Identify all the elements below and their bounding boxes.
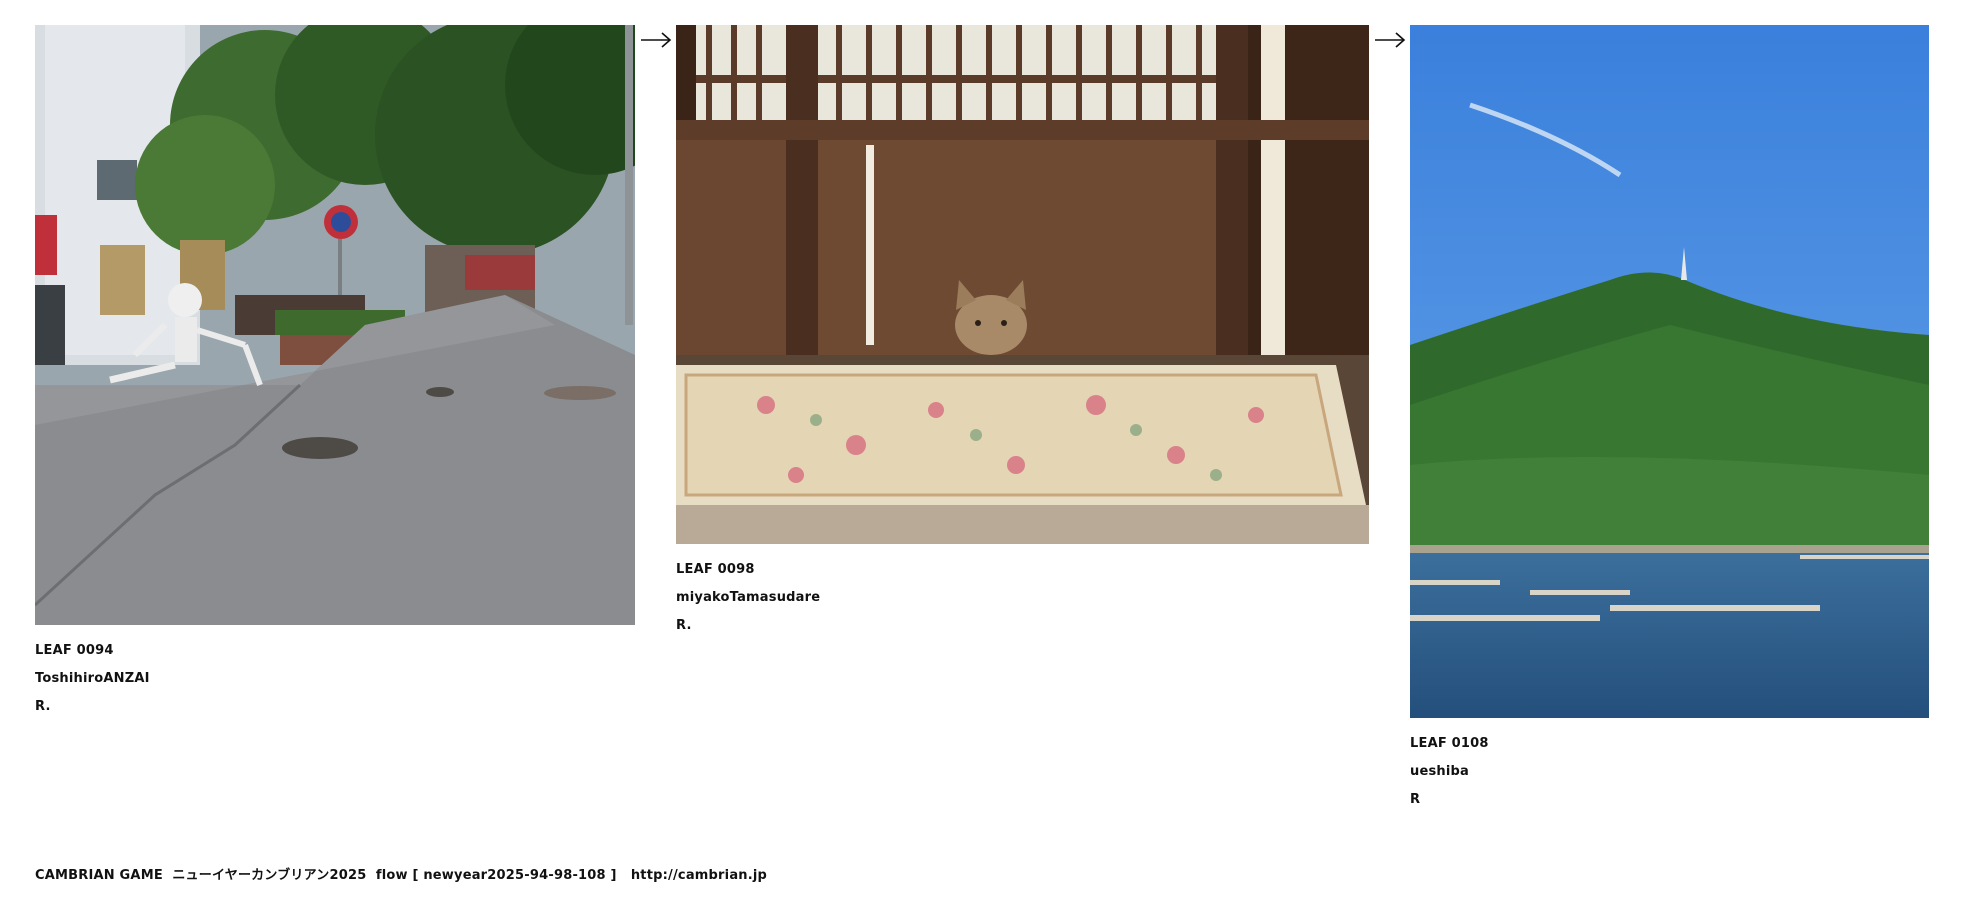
leaf-caption: LEAF 0094 ToshihiroANZAI R. bbox=[35, 637, 635, 721]
leaf-card: LEAF 0098 miyakoTamasudare R. bbox=[676, 25, 1369, 640]
leaf-id: LEAF 0094 bbox=[35, 643, 114, 658]
leaf-author[interactable]: miyakoTamasudare bbox=[676, 584, 1369, 612]
green-mountain-and-sea-photo[interactable] bbox=[1410, 25, 1929, 718]
leaf-id: LEAF 0098 bbox=[676, 562, 755, 577]
leaf-card: LEAF 0108 ueshiba R bbox=[1410, 25, 1929, 814]
right-arrow-icon bbox=[640, 30, 672, 50]
leaf-card: LEAF 0094 ToshihiroANZAI R. bbox=[35, 25, 635, 721]
leaf-mark: R. bbox=[35, 699, 51, 714]
footer: CAMBRIAN GAME ニューイヤーカンブリアン2025 flow [ ne… bbox=[35, 864, 767, 883]
leaf-caption: LEAF 0108 ueshiba R bbox=[1410, 730, 1929, 814]
cat-behind-wooden-door-photo[interactable] bbox=[676, 25, 1369, 544]
leaf-mark: R. bbox=[676, 618, 692, 633]
leaf-id: LEAF 0108 bbox=[1410, 736, 1489, 751]
leaf-caption: LEAF 0098 miyakoTamasudare R. bbox=[676, 556, 1369, 640]
leaf-mark: R bbox=[1410, 792, 1421, 807]
footer-url-link[interactable]: http://cambrian.jp bbox=[631, 868, 767, 883]
leaf-author[interactable]: ToshihiroANZAI bbox=[35, 665, 635, 693]
right-arrow-icon bbox=[1374, 30, 1406, 50]
street-corner-with-skeleton-photo[interactable] bbox=[35, 25, 635, 625]
footer-title: CAMBRIAN GAME ニューイヤーカンブリアン2025 flow [ ne… bbox=[35, 868, 617, 883]
leaf-author[interactable]: ueshiba bbox=[1410, 758, 1929, 786]
